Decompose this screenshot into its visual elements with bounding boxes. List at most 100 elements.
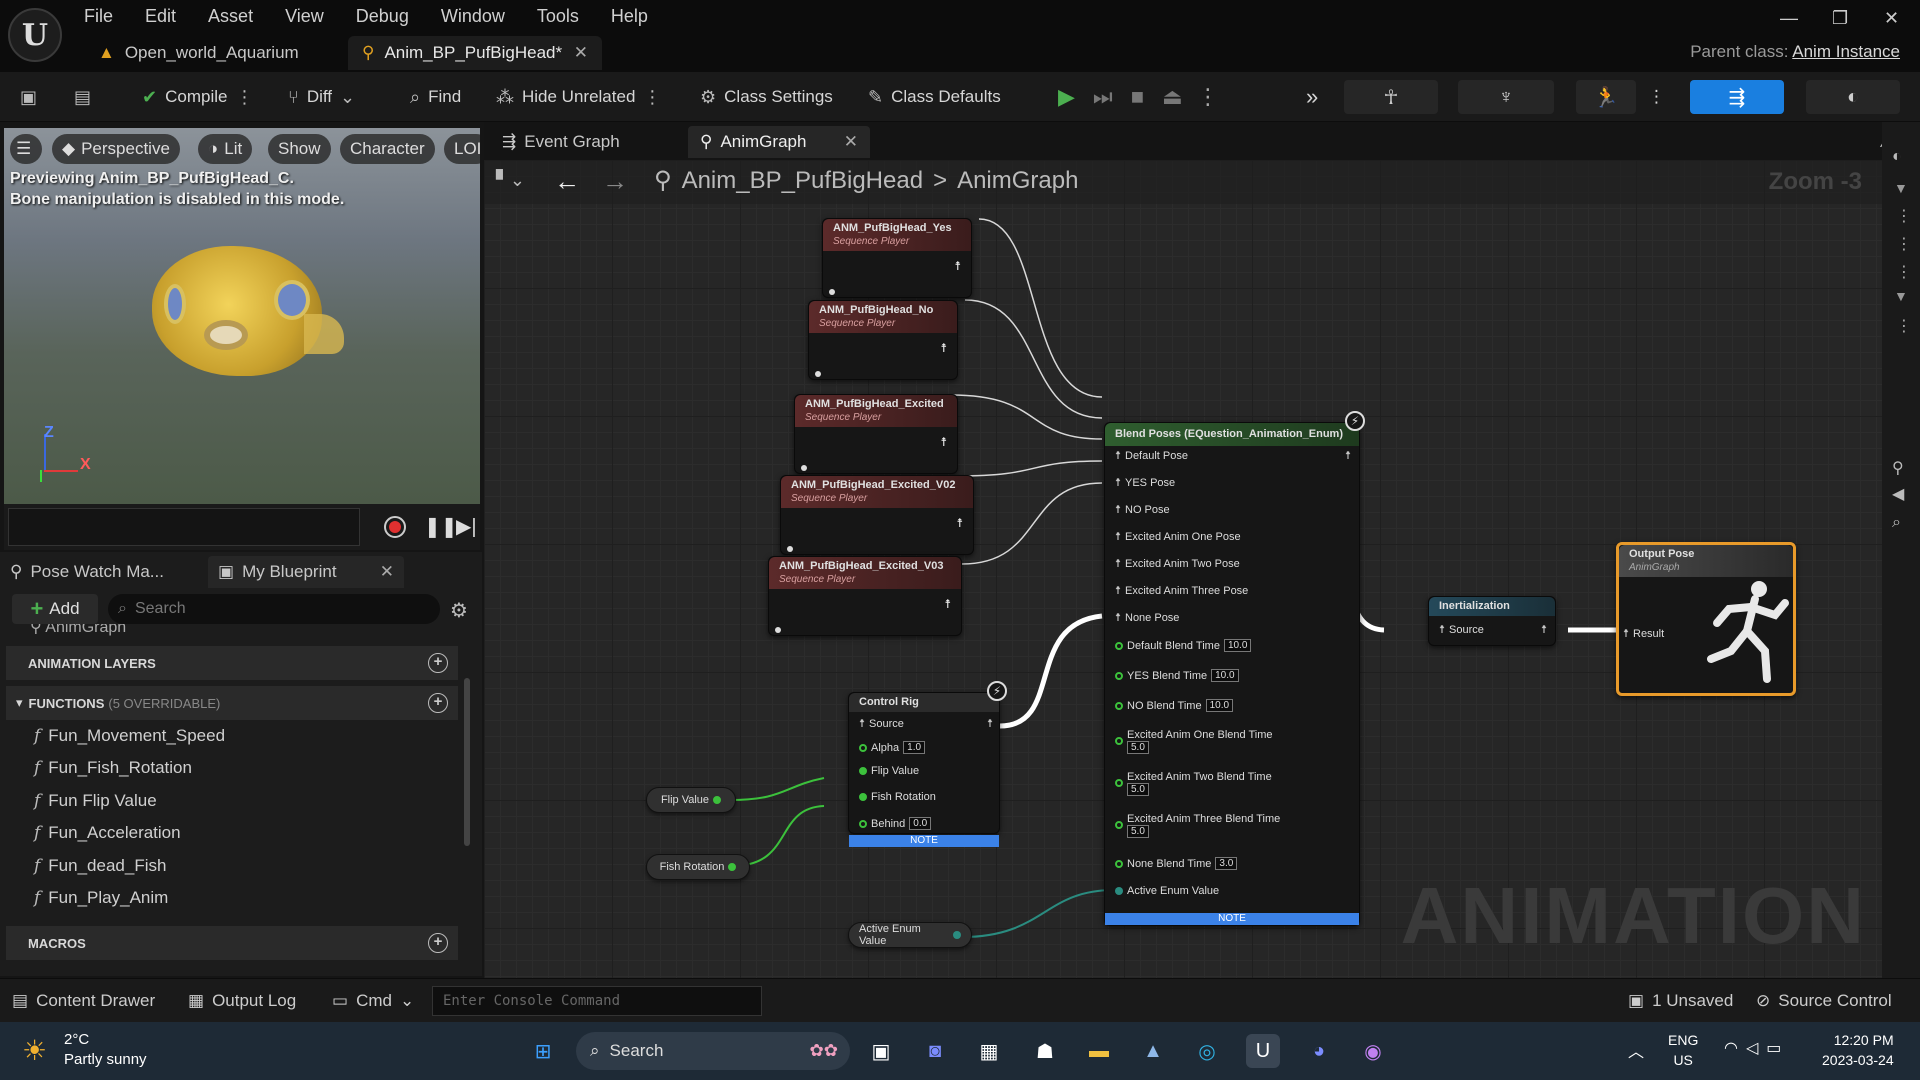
lit-button[interactable]: ◑ Lit: [198, 134, 253, 164]
minimize-icon[interactable]: —: [1780, 8, 1798, 29]
excited-one-blend-time-pin[interactable]: Excited Anim One Blend Time 5.0: [1115, 729, 1273, 754]
yes-blend-time-pin[interactable]: YES Blend Time 10.0: [1115, 669, 1239, 682]
eject-icon[interactable]: ⏏: [1162, 84, 1183, 110]
compile-options-icon[interactable]: ⋮: [235, 87, 253, 108]
record-button[interactable]: [384, 516, 406, 538]
pin-value[interactable]: 10.0: [1223, 639, 1252, 652]
chevron-down-icon[interactable]: ▼: [1894, 288, 1908, 304]
menu-debug[interactable]: Debug: [356, 4, 423, 28]
close-tab-icon[interactable]: ✕: [380, 562, 394, 582]
excited-three-pose-pin[interactable]: ☨ Excited Anim Three Pose: [1115, 584, 1248, 598]
menu-window[interactable]: Window: [441, 4, 519, 28]
blend-poses-node[interactable]: Blend Poses (EQuestion_Animation_Enum) ⚡…: [1104, 411, 1365, 926]
tab-anim-graph[interactable]: ⚲ AnimGraph ✕: [688, 126, 870, 158]
animation-mode-button[interactable]: 🏃: [1576, 80, 1636, 114]
none-blend-time-pin[interactable]: None Blend Time 3.0: [1115, 857, 1238, 870]
source-control-button[interactable]: ⊘ Source Control: [1756, 987, 1892, 1015]
sequence-player-node[interactable]: ANM_PufBigHead_Yes Sequence Player ☨: [822, 218, 972, 298]
menu-file[interactable]: File: [84, 4, 127, 28]
restore-icon[interactable]: ❐: [1832, 8, 1848, 29]
sequence-player-node[interactable]: ANM_PufBigHead_No Sequence Player ☨: [808, 300, 958, 380]
taskbar-search[interactable]: ⌕ Search ✿✿: [576, 1032, 850, 1070]
palette-icon[interactable]: ⚲: [1892, 458, 1904, 478]
pose-output-pin-icon[interactable]: ☨: [1345, 449, 1351, 462]
more-options-icon[interactable]: ⋮: [1896, 234, 1912, 254]
skeleton-mode-button[interactable]: ☥: [1344, 80, 1438, 114]
pin-value[interactable]: 0.0: [909, 817, 932, 830]
details-icon[interactable]: ◐: [1892, 148, 1902, 166]
content-drawer-button[interactable]: ▤ Content Drawer: [12, 987, 155, 1015]
pin-value[interactable]: 5.0: [1127, 741, 1149, 754]
file-explorer-icon[interactable]: ▬: [1082, 1034, 1116, 1068]
edge-browser-icon[interactable]: ◎: [1190, 1034, 1224, 1068]
hide-unrelated-options-icon[interactable]: ⋮: [643, 87, 661, 108]
store-icon[interactable]: ▦: [972, 1034, 1006, 1068]
tab-pose-watch[interactable]: ⚲ Pose Watch Ma...: [10, 556, 164, 588]
function-item[interactable]: f Fun_Play_Anim: [34, 882, 168, 914]
more-options-icon[interactable]: ⋮: [1896, 206, 1912, 226]
more-options-icon[interactable]: ⋮: [1896, 262, 1912, 282]
search-icon[interactable]: ⌕: [1892, 514, 1901, 532]
menu-asset[interactable]: Asset: [208, 4, 267, 28]
active-enum-pin[interactable]: Active Enum Value: [1115, 885, 1219, 897]
add-button[interactable]: + Add: [12, 594, 98, 624]
photos-icon[interactable]: ▲: [1136, 1034, 1170, 1068]
weather-widget[interactable]: 2°C Partly sunny: [64, 1030, 147, 1070]
excited-one-pose-pin[interactable]: ☨ Excited Anim One Pose: [1115, 530, 1241, 544]
pose-output-pin-icon[interactable]: ☨: [940, 341, 947, 355]
truncated-graph-item[interactable]: ⚲ AnimGraph: [30, 624, 126, 638]
close-window-icon[interactable]: ✕: [1884, 8, 1899, 29]
alien-app-icon[interactable]: ☗: [1028, 1034, 1062, 1068]
tray-overflow-icon[interactable]: ︿: [1628, 1038, 1644, 1062]
tab-my-blueprint[interactable]: ▣ My Blueprint ✕: [208, 556, 404, 588]
control-rig-node[interactable]: Control Rig ⚡ ☨ Source ☨ Alpha 1.0 Flip Val…: [848, 681, 1007, 847]
add-circle-icon[interactable]: +: [428, 653, 448, 673]
excited-three-blend-time-pin[interactable]: Excited Anim Three Blend Time 5.0: [1115, 813, 1280, 838]
anim-graph-canvas[interactable]: ▘⌄ ← → ⚲ Anim_BP_PufBigHead > AnimGraph …: [484, 160, 1882, 978]
panel-scrollbar[interactable]: [464, 678, 470, 846]
output-pose-node[interactable]: Output Pose AnimGraph ☨ Result: [1616, 542, 1796, 696]
function-item[interactable]: f Fun_dead_Fish: [34, 850, 166, 882]
pin-value[interactable]: 3.0: [1215, 857, 1238, 870]
output-log-button[interactable]: ▦ Output Log: [188, 987, 296, 1015]
parent-class-link[interactable]: Anim Instance: [1792, 42, 1900, 61]
tab-level[interactable]: ▲ Open_world_Aquarium: [84, 36, 313, 70]
timeline-scrubber[interactable]: [8, 508, 360, 546]
flip-value-pin[interactable]: Flip Value: [859, 765, 919, 777]
behind-pin[interactable]: Behind 0.0: [859, 817, 932, 830]
blueprint-mode-button[interactable]: ⇶: [1690, 80, 1784, 114]
hide-unrelated-button[interactable]: ⁂ Hide Unrelated ⋮: [496, 82, 661, 112]
preview-viewport[interactable]: ☰ ◆ Perspective ◑ Lit Show Character LOI P…: [4, 128, 480, 504]
function-item[interactable]: f Fun_Acceleration: [34, 817, 181, 849]
yes-pose-pin[interactable]: ☨ YES Pose: [1115, 476, 1175, 490]
play-icon[interactable]: ▶: [1058, 84, 1075, 110]
pin-value[interactable]: 10.0: [1205, 699, 1234, 712]
pin-value[interactable]: 5.0: [1127, 783, 1149, 796]
close-tab-icon[interactable]: ✕: [574, 43, 588, 63]
save-button[interactable]: ▣: [20, 82, 37, 112]
inertialization-source-pin[interactable]: ☨ Source ☨: [1439, 623, 1547, 637]
cmd-dropdown[interactable]: ▭ Cmd ⌄: [332, 987, 414, 1015]
function-item[interactable]: f Fun Flip Value: [34, 785, 157, 817]
pose-output-pin-icon[interactable]: ☨: [954, 259, 961, 273]
no-blend-time-pin[interactable]: NO Blend Time 10.0: [1115, 699, 1234, 712]
function-item[interactable]: f Fun_Fish_Rotation: [34, 752, 192, 784]
character-button[interactable]: Character: [340, 134, 435, 164]
task-view-icon[interactable]: ▣: [864, 1034, 898, 1068]
pin-value[interactable]: 5.0: [1127, 825, 1149, 838]
show-button[interactable]: Show: [268, 134, 331, 164]
pose-output-pin-icon[interactable]: ☨: [987, 717, 993, 730]
discord-icon[interactable]: ◕: [1302, 1034, 1336, 1068]
perspective-button[interactable]: ◆ Perspective: [52, 134, 180, 164]
close-tab-icon[interactable]: ✕: [844, 132, 858, 152]
tab-anim-bp[interactable]: ⚲ Anim_BP_PufBigHead* ✕: [348, 36, 602, 70]
flip-value-variable[interactable]: Flip Value: [646, 787, 736, 813]
pose-output-pin-icon[interactable]: ☨: [956, 516, 963, 530]
weather-icon[interactable]: ☀: [22, 1034, 47, 1067]
class-defaults-button[interactable]: ✎ Class Defaults: [868, 82, 1001, 112]
section-animation-layers[interactable]: ANIMATION LAYERS +: [6, 646, 458, 680]
pin-value[interactable]: 10.0: [1211, 669, 1239, 682]
result-pin[interactable]: ☨ Result: [1623, 627, 1664, 641]
fish-rotation-pin[interactable]: Fish Rotation: [859, 791, 936, 803]
default-blend-time-pin[interactable]: Default Blend Time 10.0: [1115, 639, 1252, 652]
